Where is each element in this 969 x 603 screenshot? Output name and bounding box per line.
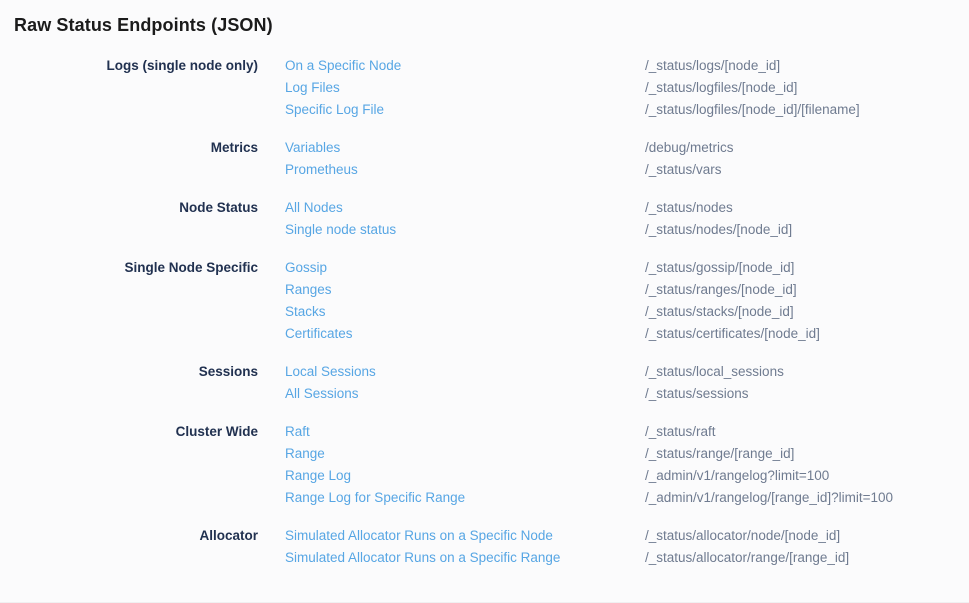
endpoint-row: All Sessions /_status/sessions	[285, 383, 969, 405]
endpoint-row: Prometheus /_status/vars	[285, 159, 969, 181]
page-title: Raw Status Endpoints (JSON)	[14, 13, 969, 37]
endpoint-path: /_admin/v1/rangelog?limit=100	[645, 465, 829, 487]
category-label: Logs (single node only)	[0, 55, 258, 77]
endpoint-rows: On a Specific Node /_status/logs/[node_i…	[285, 55, 969, 121]
endpoint-link[interactable]: Simulated Allocator Runs on a Specific N…	[285, 525, 645, 547]
endpoint-group: Cluster Wide Raft /_status/raft Range /_…	[0, 421, 969, 509]
endpoint-row: Range Log /_admin/v1/rangelog?limit=100	[285, 465, 969, 487]
endpoint-group: Single Node Specific Gossip /_status/gos…	[0, 257, 969, 345]
category-label: Sessions	[0, 361, 258, 383]
endpoint-path: /_status/allocator/node/[node_id]	[645, 525, 840, 547]
endpoint-link[interactable]: Raft	[285, 421, 645, 443]
endpoint-path: /_status/sessions	[645, 383, 749, 405]
endpoint-path: /_status/logs/[node_id]	[645, 55, 780, 77]
endpoint-rows: Simulated Allocator Runs on a Specific N…	[285, 525, 969, 569]
endpoint-row: Simulated Allocator Runs on a Specific R…	[285, 547, 969, 569]
endpoint-path: /_status/certificates/[node_id]	[645, 323, 820, 345]
endpoint-link[interactable]: On a Specific Node	[285, 55, 645, 77]
endpoint-group: Node Status All Nodes /_status/nodes Sin…	[0, 197, 969, 241]
endpoint-link[interactable]: Variables	[285, 137, 645, 159]
endpoint-link[interactable]: Single node status	[285, 219, 645, 241]
endpoint-link[interactable]: Stacks	[285, 301, 645, 323]
endpoint-link[interactable]: Range Log	[285, 465, 645, 487]
endpoint-row: Single node status /_status/nodes/[node_…	[285, 219, 969, 241]
endpoint-row: Ranges /_status/ranges/[node_id]	[285, 279, 969, 301]
endpoint-path: /_status/vars	[645, 159, 722, 181]
endpoint-path: /_status/stacks/[node_id]	[645, 301, 794, 323]
category-label: Cluster Wide	[0, 421, 258, 443]
endpoint-path: /_status/gossip/[node_id]	[645, 257, 794, 279]
endpoint-link[interactable]: Local Sessions	[285, 361, 645, 383]
endpoint-path: /debug/metrics	[645, 137, 734, 159]
category-label: Node Status	[0, 197, 258, 219]
endpoint-table: Logs (single node only) On a Specific No…	[0, 55, 969, 569]
endpoint-link[interactable]: All Nodes	[285, 197, 645, 219]
endpoint-rows: Variables /debug/metrics Prometheus /_st…	[285, 137, 969, 181]
endpoint-link[interactable]: Range Log for Specific Range	[285, 487, 645, 509]
endpoint-row: Variables /debug/metrics	[285, 137, 969, 159]
endpoint-path: /_admin/v1/rangelog/[range_id]?limit=100	[645, 487, 893, 509]
category-label: Single Node Specific	[0, 257, 258, 279]
endpoint-link[interactable]: Simulated Allocator Runs on a Specific R…	[285, 547, 645, 569]
endpoint-group: Logs (single node only) On a Specific No…	[0, 55, 969, 121]
endpoint-row: Certificates /_status/certificates/[node…	[285, 323, 969, 345]
endpoint-path: /_status/nodes	[645, 197, 733, 219]
endpoint-row: Specific Log File /_status/logfiles/[nod…	[285, 99, 969, 121]
category-label: Metrics	[0, 137, 258, 159]
endpoint-row: On a Specific Node /_status/logs/[node_i…	[285, 55, 969, 77]
endpoint-row: Raft /_status/raft	[285, 421, 969, 443]
endpoint-row: Local Sessions /_status/local_sessions	[285, 361, 969, 383]
endpoint-row: Log Files /_status/logfiles/[node_id]	[285, 77, 969, 99]
endpoint-path: /_status/raft	[645, 421, 716, 443]
endpoint-link[interactable]: Gossip	[285, 257, 645, 279]
endpoint-link[interactable]: All Sessions	[285, 383, 645, 405]
endpoint-group: Sessions Local Sessions /_status/local_s…	[0, 361, 969, 405]
endpoint-path: /_status/logfiles/[node_id]	[645, 77, 797, 99]
endpoint-path: /_status/nodes/[node_id]	[645, 219, 792, 241]
endpoint-path: /_status/logfiles/[node_id]/[filename]	[645, 99, 860, 121]
endpoint-link[interactable]: Certificates	[285, 323, 645, 345]
endpoint-rows: Raft /_status/raft Range /_status/range/…	[285, 421, 969, 509]
endpoint-link[interactable]: Ranges	[285, 279, 645, 301]
endpoint-link[interactable]: Range	[285, 443, 645, 465]
endpoint-group: Allocator Simulated Allocator Runs on a …	[0, 525, 969, 569]
endpoint-path: /_status/range/[range_id]	[645, 443, 794, 465]
endpoint-rows: All Nodes /_status/nodes Single node sta…	[285, 197, 969, 241]
endpoint-rows: Local Sessions /_status/local_sessions A…	[285, 361, 969, 405]
endpoint-row: Stacks /_status/stacks/[node_id]	[285, 301, 969, 323]
endpoint-link[interactable]: Specific Log File	[285, 99, 645, 121]
endpoint-link[interactable]: Prometheus	[285, 159, 645, 181]
endpoint-path: /_status/local_sessions	[645, 361, 784, 383]
endpoint-rows: Gossip /_status/gossip/[node_id] Ranges …	[285, 257, 969, 345]
endpoint-path: /_status/allocator/range/[range_id]	[645, 547, 849, 569]
endpoint-row: Range /_status/range/[range_id]	[285, 443, 969, 465]
endpoint-row: Simulated Allocator Runs on a Specific N…	[285, 525, 969, 547]
endpoint-row: Gossip /_status/gossip/[node_id]	[285, 257, 969, 279]
endpoint-path: /_status/ranges/[node_id]	[645, 279, 797, 301]
endpoint-link[interactable]: Log Files	[285, 77, 645, 99]
endpoint-group: Metrics Variables /debug/metrics Prometh…	[0, 137, 969, 181]
endpoint-row: Range Log for Specific Range /_admin/v1/…	[285, 487, 969, 509]
endpoint-row: All Nodes /_status/nodes	[285, 197, 969, 219]
category-label: Allocator	[0, 525, 258, 547]
